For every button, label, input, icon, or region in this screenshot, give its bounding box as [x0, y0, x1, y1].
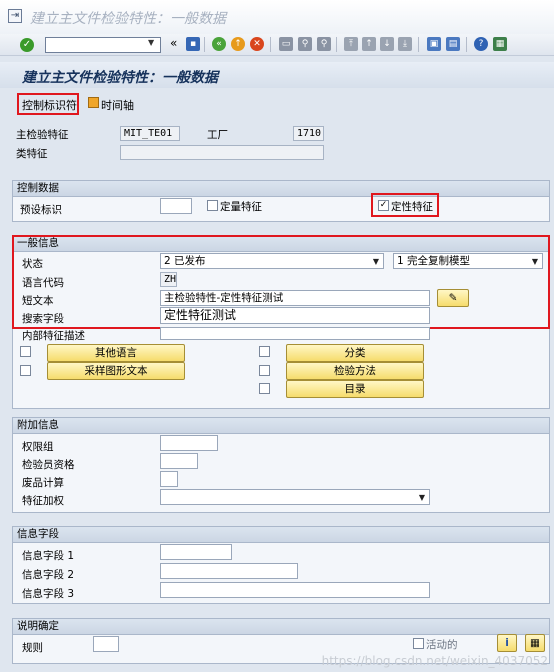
active-checkbox[interactable]	[413, 638, 424, 649]
class-char-field	[120, 145, 324, 160]
catalog-checkbox	[259, 383, 270, 394]
preset-label: 预设标识	[20, 204, 62, 216]
info-icon: i	[505, 637, 509, 649]
enter-icon[interactable]: ✓	[20, 38, 34, 52]
find-next-icon[interactable]: ⚲	[317, 37, 331, 51]
active-label: 活动的	[426, 639, 458, 651]
next-page-icon[interactable]: ↓	[380, 37, 394, 51]
qualitative-label: 定性特征	[391, 201, 433, 213]
info-field-3-input[interactable]	[160, 582, 430, 598]
method-checkbox	[259, 365, 270, 376]
quantitative-label: 定量特征	[220, 201, 262, 213]
rule-label: 规则	[22, 642, 43, 654]
print-icon[interactable]: ▭	[279, 37, 293, 51]
plant-field: 1710	[293, 126, 324, 141]
customize-layout-icon[interactable]: ▦	[493, 37, 507, 51]
grid-icon: ▦	[530, 637, 540, 649]
timeline-button[interactable]: 时间轴	[101, 97, 134, 113]
info-field-2-input[interactable]	[160, 563, 298, 579]
last-page-icon[interactable]: ⤓	[398, 37, 412, 51]
info-fields-title: 信息字段	[13, 527, 549, 543]
rule-input[interactable]	[93, 636, 119, 652]
catalog-button[interactable]: 目录	[286, 380, 424, 398]
find-icon[interactable]: ⚲	[298, 37, 312, 51]
info-button[interactable]: i	[497, 634, 517, 652]
class-char-label: 类特征	[16, 148, 48, 160]
save-icon[interactable]: ▪	[186, 37, 200, 51]
new-session-icon[interactable]: ▣	[427, 37, 441, 51]
timeline-icon	[88, 97, 99, 108]
auth-group-label: 权限组	[22, 441, 54, 453]
page-title: 建立主文件检验特性：一般数据	[0, 62, 554, 88]
inspection-method-button[interactable]: 检验方法	[286, 362, 424, 380]
internal-desc-label: 内部特征描述	[22, 330, 85, 342]
collapse-icon[interactable]: «	[170, 36, 177, 50]
quantitative-checkbox[interactable]	[207, 200, 218, 211]
other-language-checkbox	[20, 346, 31, 357]
control-data-group: 控制数据	[12, 180, 550, 222]
control-key-button[interactable]: 控制标识符	[22, 97, 77, 113]
auth-group-input[interactable]	[160, 435, 218, 451]
toolbar-separator	[418, 37, 419, 52]
exit-icon[interactable]: ↑	[231, 37, 245, 51]
info-field-1-input[interactable]	[160, 544, 232, 560]
master-char-label: 主检验特征	[16, 129, 69, 141]
master-char-field: MIT_TE01	[120, 126, 180, 141]
scrap-label: 废品计算	[22, 477, 64, 489]
first-page-icon[interactable]: ⤒	[344, 37, 358, 51]
toolbar-separator	[336, 37, 337, 52]
window-title: 建立主文件检验特性：一般数据	[30, 11, 226, 27]
class-checkbox	[259, 346, 270, 357]
chevron-down-icon[interactable]: ▼	[148, 38, 154, 47]
control-data-title: 控制数据	[13, 181, 549, 197]
chevron-down-icon: ▼	[418, 493, 425, 502]
inspector-label: 检验员资格	[22, 459, 75, 471]
char-auth-label: 特征加权	[22, 495, 64, 507]
previous-page-icon[interactable]: ↑	[362, 37, 376, 51]
internal-desc-input[interactable]	[160, 327, 430, 340]
toolbar-separator	[204, 37, 205, 52]
documentation-title: 说明确定	[13, 619, 549, 635]
info-field-2-label: 信息字段 2	[22, 569, 75, 581]
info-field-3-label: 信息字段 3	[22, 588, 75, 600]
other-language-button[interactable]: 其他语言	[47, 344, 185, 362]
scrap-input[interactable]	[160, 471, 178, 487]
preset-input[interactable]	[160, 198, 192, 214]
qualitative-checkbox[interactable]: ✓	[378, 200, 389, 211]
sampling-text-button[interactable]: 采样图形文本	[47, 362, 185, 380]
inspector-input[interactable]	[160, 453, 198, 469]
shortcut-icon[interactable]: ▤	[446, 37, 460, 51]
command-field[interactable]	[45, 37, 161, 53]
details-button[interactable]: ▦	[525, 634, 545, 652]
plant-label: 工厂	[207, 129, 228, 141]
additional-info-title: 附加信息	[13, 418, 549, 434]
toolbar-separator	[270, 37, 271, 52]
back-icon[interactable]: «	[212, 37, 226, 51]
classification-button[interactable]: 分类	[286, 344, 424, 362]
info-field-1-label: 信息字段 1	[22, 550, 75, 562]
exit-icon[interactable]: ⇥	[8, 9, 22, 23]
watermark: https://blog.csdn.net/weixin_4037052	[321, 654, 548, 668]
help-icon[interactable]: ?	[474, 37, 488, 51]
sampling-checkbox	[20, 365, 31, 376]
toolbar-separator	[466, 37, 467, 52]
char-auth-dropdown[interactable]: ▼	[160, 489, 430, 505]
cancel-icon[interactable]: ✕	[250, 37, 264, 51]
general-info-highlight	[12, 235, 550, 329]
